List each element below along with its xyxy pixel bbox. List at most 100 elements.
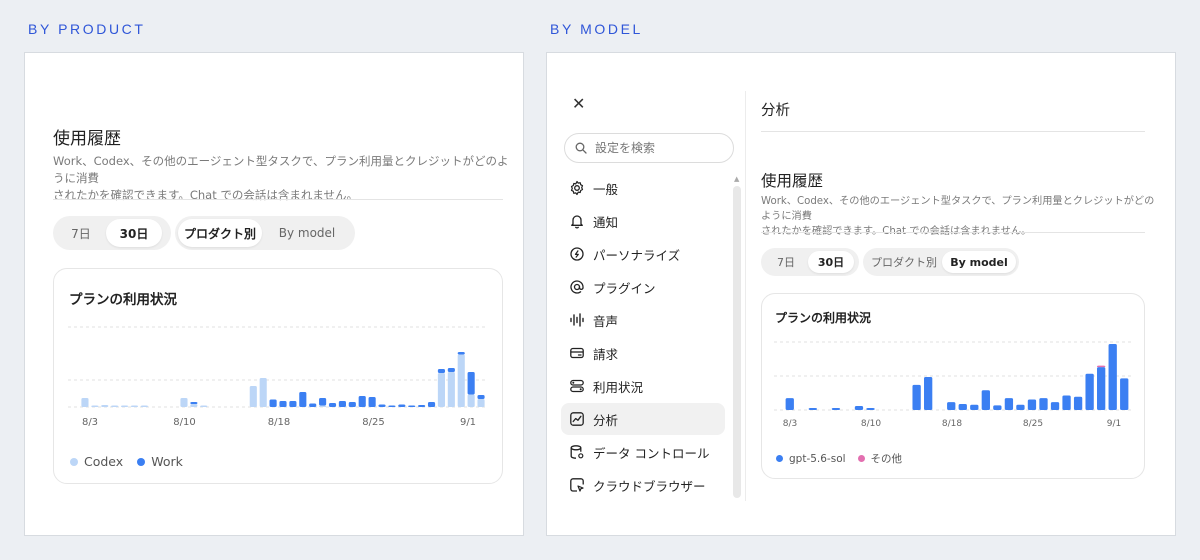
nav-item-analytics[interactable]: 分析 [561, 403, 725, 435]
bar-gpt-5-6-sol-26 [1085, 373, 1094, 410]
bar-gpt-5-6-sol-28 [1108, 344, 1117, 410]
bar-work-23 [309, 403, 317, 407]
chart-legend: Codex Work [70, 454, 183, 469]
group-tab-by-product[interactable]: プロダクト別 [866, 251, 942, 273]
close-icon[interactable]: ✕ [572, 94, 585, 113]
browser-icon [570, 478, 584, 492]
nav-label-personalize: パーソナライズ [593, 247, 681, 263]
bar-gpt-5-6-sol-27 [1097, 367, 1106, 410]
bar-codex-6 [140, 405, 148, 407]
nav-scrollbar[interactable] [733, 186, 741, 498]
nav-item-voice[interactable]: 音声 [561, 304, 725, 336]
bar-work-34 [418, 405, 426, 407]
bar-gpt-5-6-sol-21 [1027, 399, 1037, 410]
bell-icon [571, 215, 583, 229]
bar-gpt-5-6-sol-17 [981, 390, 990, 410]
group-tab-by-model[interactable]: By model [262, 219, 352, 247]
waveform-icon [570, 313, 584, 327]
usage-chart-svg: 8/3 8/10 8/18 8/25 9/1 [774, 341, 1132, 429]
range-toggle: 7日 30日 [761, 248, 859, 276]
grouping-toggle: プロダクト別 By model [863, 248, 1019, 276]
toggles-icon [570, 379, 584, 393]
bar-gpt-5-6-sol-4 [831, 408, 841, 410]
bar-work-39 [467, 372, 475, 395]
data-icon [570, 445, 584, 459]
section-label-by-product: BY PRODUCT [28, 21, 146, 37]
search-icon [575, 142, 587, 154]
legend-label-other: その他 [870, 453, 903, 465]
bar-work-26 [338, 401, 346, 407]
range-tab-30d[interactable]: 30日 [106, 219, 162, 247]
x-tick-label-4: 9/1 [1107, 419, 1121, 429]
nav-item-general[interactable]: 一般 [561, 172, 725, 204]
usage-history-description: Work、Codex、その他のエージェント型タスクで、プラン利用量とクレジットが… [53, 154, 509, 202]
settings-nav: 一般 通知 パーソナライズ プラグイン 音声 請求 利用状況 分析 データ コン… [561, 172, 731, 502]
x-tick-label-3: 8/25 [362, 417, 384, 428]
bar-codex-4 [121, 405, 129, 407]
legend-item-other: その他 [857, 451, 903, 466]
bar-work-20 [279, 401, 287, 407]
bar-work-29 [368, 397, 376, 407]
nav-item-plugins[interactable]: プラグイン [561, 271, 725, 303]
nav-label-notifications: 通知 [593, 214, 619, 230]
card-icon [570, 347, 584, 359]
bar-codex-3 [111, 405, 119, 407]
chart-legend: gpt-5.6-sol その他 [776, 451, 902, 466]
range-tab-30d[interactable]: 30日 [808, 251, 854, 273]
bar-gpt-5-6-sol-24 [1062, 395, 1071, 410]
bar-work-33 [408, 405, 416, 407]
bar-gpt-5-6-sol-20 [1016, 404, 1025, 410]
nav-item-personalize[interactable]: パーソナライズ [561, 238, 725, 270]
gear-icon [570, 180, 584, 196]
legend-dot-work [137, 457, 146, 466]
bar-work-19 [269, 399, 277, 407]
nav-label-usage: 利用状況 [593, 379, 644, 395]
x-tick-label-2: 8/18 [268, 417, 290, 428]
bar-codex-12 [200, 405, 208, 407]
nav-label-cloud-browser: クラウドブラウザー [593, 478, 706, 494]
bar-work-28 [358, 396, 366, 407]
header-divider [761, 131, 1145, 132]
bar-codex-17 [249, 386, 257, 407]
range-tab-7d[interactable]: 7日 [764, 251, 808, 273]
plan-usage-title: プランの利用状況 [69, 292, 177, 308]
bar-work-11 [190, 402, 198, 404]
bar-gpt-5-6-sol-25 [1073, 396, 1083, 410]
divider [53, 199, 503, 200]
bar-work-25 [328, 403, 337, 407]
bar-codex-38 [457, 354, 465, 407]
plan-usage-title: プランの利用状況 [775, 311, 872, 325]
bar-work-40 [477, 395, 485, 399]
group-tab-by-product[interactable]: プロダクト別 [178, 219, 262, 247]
nav-label-analytics: 分析 [593, 412, 619, 428]
usage-chart-by-model: 8/3 8/10 8/18 8/25 9/1 [774, 341, 1132, 437]
section-label-by-model: BY MODEL [550, 21, 643, 37]
bar-work-36 [437, 369, 445, 373]
nav-item-data-controls[interactable]: データ コントロール [561, 436, 725, 468]
nav-label-plugins: プラグイン [593, 280, 656, 296]
range-tab-7d[interactable]: 7日 [56, 219, 106, 247]
bar-gpt-5-6-sol-22 [1039, 398, 1048, 410]
x-tick-label-2: 8/18 [942, 419, 962, 429]
bar-gpt-5-6-sol-16 [970, 404, 979, 410]
x-tick-label-1: 8/10 [861, 419, 881, 429]
bar-work-35 [427, 402, 436, 407]
group-tab-by-model[interactable]: By model [942, 251, 1016, 273]
settings-search-input[interactable] [595, 141, 715, 155]
nav-item-notifications[interactable]: 通知 [561, 205, 725, 237]
x-tick-label-1: 8/10 [173, 417, 195, 428]
bar-gpt-5-6-sol-6 [854, 406, 864, 410]
nav-item-cloud-browser[interactable]: クラウドブラウザー [561, 469, 725, 501]
nav-item-usage[interactable]: 利用状況 [561, 370, 725, 402]
bar-gpt-5-6-sol-29 [1120, 378, 1129, 410]
bar---27 [1097, 365, 1106, 368]
range-toggle: 7日 30日 [53, 216, 171, 250]
scroll-up-arrow[interactable]: ▲ [734, 175, 739, 183]
nav-label-voice: 音声 [593, 313, 619, 329]
legend-item-codex: Codex [70, 454, 123, 469]
bar-codex-39 [467, 394, 475, 407]
bar-codex-0 [81, 398, 89, 407]
nav-item-billing[interactable]: 請求 [561, 337, 725, 369]
bar-gpt-5-6-sol-15 [958, 404, 967, 410]
x-tick-label-0: 8/3 [82, 417, 98, 428]
